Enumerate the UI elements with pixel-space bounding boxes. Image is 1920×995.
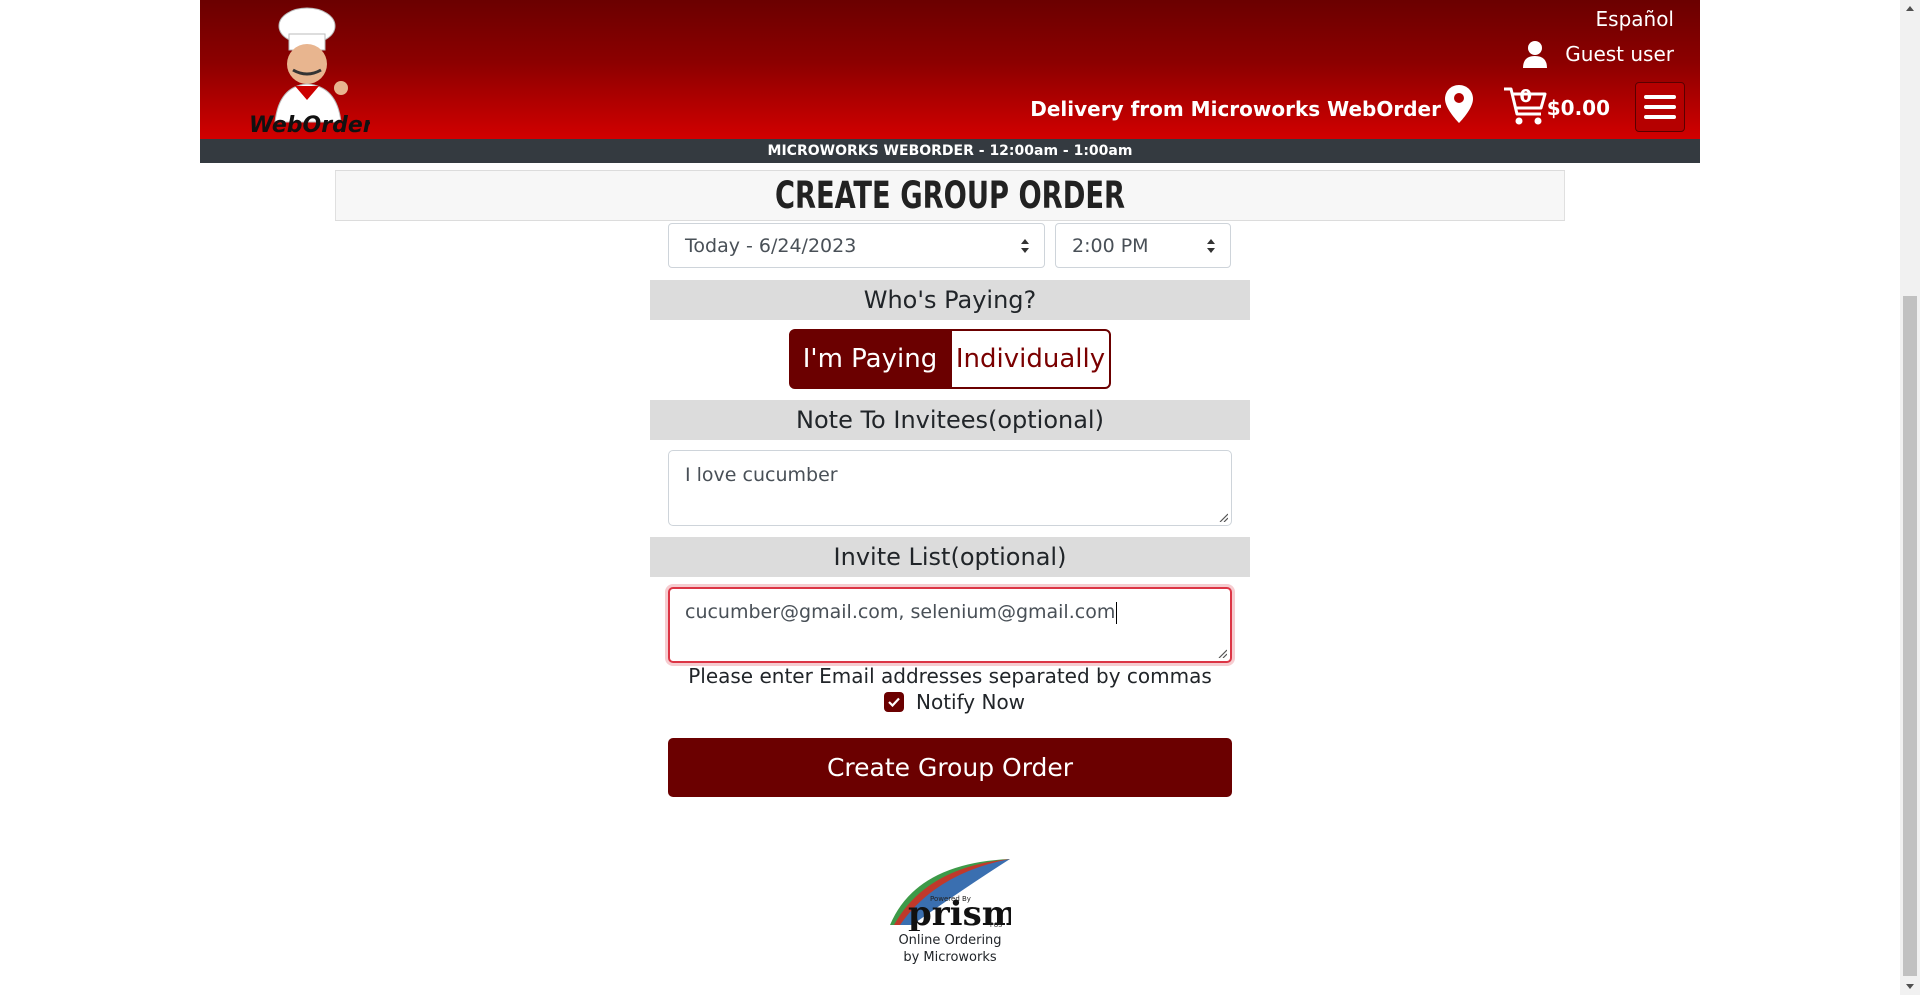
- invite-list-text: cucumber@gmail.com, selenium@gmail.com: [685, 601, 1116, 623]
- checkmark-icon: [888, 697, 900, 707]
- footer-credit: Online Ordering by Microworks: [850, 932, 1050, 966]
- date-select-value: Today - 6/24/2023: [685, 235, 857, 257]
- svg-text:POS: POS: [990, 922, 1002, 929]
- location-pin-icon[interactable]: [1445, 85, 1473, 123]
- hamburger-menu-button[interactable]: [1635, 82, 1685, 132]
- invite-list-textarea[interactable]: cucumber@gmail.com, selenium@gmail.com: [668, 587, 1232, 663]
- footer-line-1: Online Ordering: [898, 933, 1002, 948]
- user-menu[interactable]: Guest user: [1523, 40, 1674, 68]
- prism-pos-logo[interactable]: Powered By prism POS: [886, 855, 1011, 931]
- svg-text:WebOrder: WebOrder: [249, 113, 370, 136]
- notify-now-label: Notify Now: [916, 690, 1026, 714]
- invite-helper-text: Please enter Email addresses separated b…: [688, 664, 1212, 688]
- store-hours-bar: MICROWORKS WEBORDER - 12:00am - 1:00am: [200, 139, 1700, 163]
- date-select[interactable]: Today - 6/24/2023: [668, 223, 1045, 268]
- page-title: CREATE GROUP ORDER: [335, 170, 1565, 221]
- select-arrows-icon: [1021, 239, 1029, 253]
- individually-button[interactable]: Individually: [950, 329, 1111, 389]
- scroll-up-arrow-icon[interactable]: [1900, 0, 1920, 17]
- language-toggle[interactable]: Español: [1596, 7, 1674, 31]
- weborder-chef-logo[interactable]: WebOrder: [245, 4, 370, 136]
- create-group-order-button[interactable]: Create Group Order: [668, 738, 1232, 797]
- user-name: Guest user: [1565, 42, 1674, 66]
- note-heading: Note To Invitees(optional): [650, 400, 1250, 440]
- whos-paying-heading: Who's Paying?: [650, 280, 1250, 320]
- scroll-down-arrow-icon[interactable]: [1900, 978, 1920, 995]
- notify-now-option[interactable]: Notify Now: [884, 690, 1025, 714]
- note-text: I love cucumber: [685, 464, 838, 486]
- select-arrows-icon: [1207, 239, 1215, 253]
- delivery-location[interactable]: Delivery from Microworks WebOrder: [1030, 97, 1441, 121]
- cart-count: 0: [1519, 86, 1532, 107]
- hamburger-line: [1644, 95, 1676, 99]
- scrollbar-thumb[interactable]: [1903, 296, 1917, 976]
- hamburger-line: [1644, 115, 1676, 119]
- notify-now-checkbox[interactable]: [884, 692, 904, 712]
- footer-line-2: by Microworks: [903, 950, 997, 965]
- vertical-scrollbar[interactable]: [1900, 0, 1920, 995]
- resize-handle-icon[interactable]: [1218, 512, 1228, 522]
- time-select[interactable]: 2:00 PM: [1055, 223, 1231, 268]
- im-paying-button[interactable]: I'm Paying: [789, 329, 951, 389]
- note-textarea[interactable]: I love cucumber: [668, 450, 1232, 526]
- user-icon: [1523, 41, 1548, 68]
- time-select-value: 2:00 PM: [1072, 235, 1149, 257]
- resize-handle-icon[interactable]: [1217, 648, 1227, 658]
- cart-total[interactable]: $0.00: [1547, 96, 1610, 120]
- invite-list-heading: Invite List(optional): [650, 537, 1250, 577]
- site-header: WebOrder Español Guest user Delivery fro…: [200, 0, 1700, 139]
- text-caret: [1116, 601, 1118, 624]
- hamburger-line: [1644, 105, 1676, 109]
